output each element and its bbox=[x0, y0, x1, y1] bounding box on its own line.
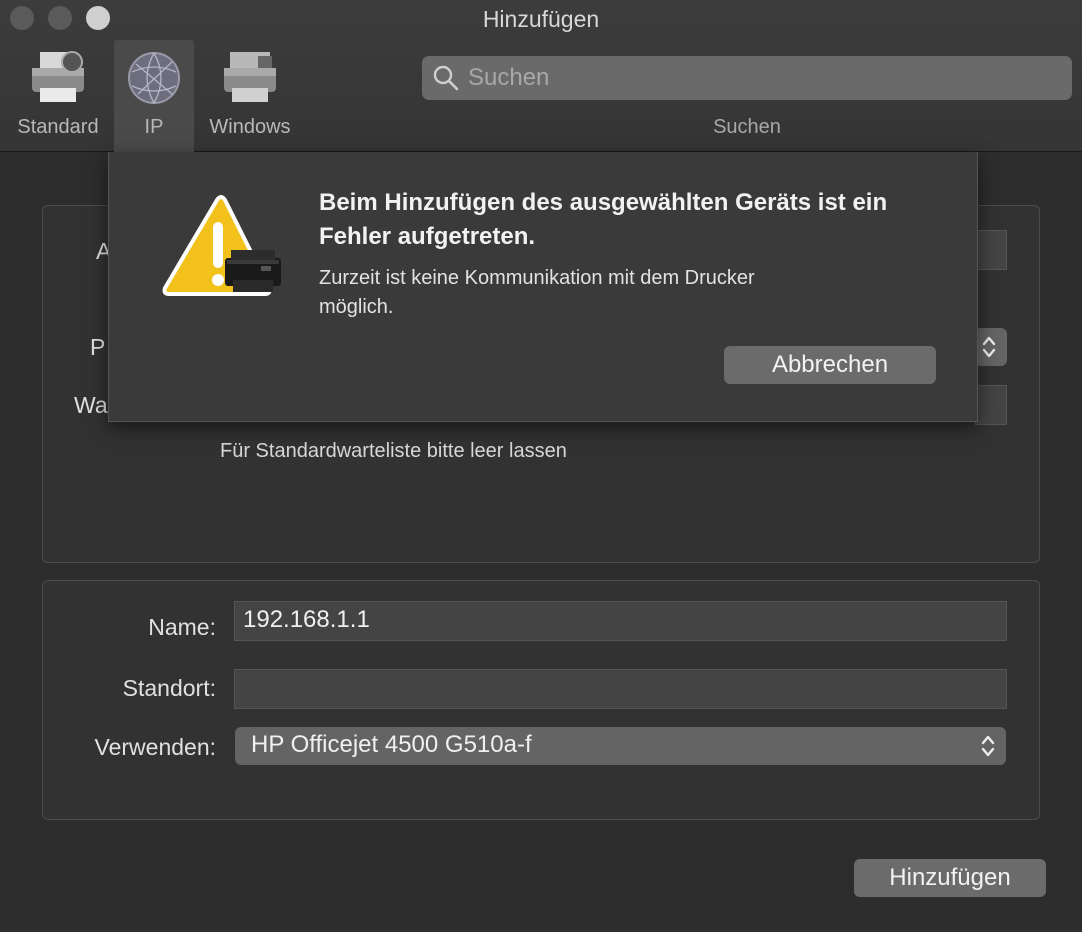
window-title: Hinzufügen bbox=[482, 6, 600, 32]
toolbar-item-windows[interactable]: Windows bbox=[200, 40, 300, 152]
protocol-popup[interactable] bbox=[975, 328, 1007, 366]
queue-hint: Für Standardwarteliste bitte leer lassen bbox=[220, 440, 567, 462]
driver-popup-value: HP Officejet 4500 G510a-f bbox=[251, 731, 532, 758]
updown-arrows-icon bbox=[982, 336, 996, 358]
search-input[interactable] bbox=[468, 64, 1048, 92]
printer-icon bbox=[28, 50, 88, 112]
windows-printer-icon bbox=[220, 50, 280, 112]
search-label: Suchen bbox=[713, 116, 781, 138]
toolbar-item-ip[interactable]: IP bbox=[114, 40, 194, 152]
name-label: Name: bbox=[148, 614, 216, 640]
driver-popup[interactable]: HP Officejet 4500 G510a-f bbox=[235, 727, 1006, 765]
queue-input[interactable] bbox=[975, 385, 1007, 425]
search-field[interactable] bbox=[422, 56, 1072, 100]
queue-label-partial: Wa bbox=[74, 392, 108, 418]
updown-arrows-icon bbox=[981, 735, 995, 757]
alert-message: Zurzeit ist keine Kommunikation mit dem … bbox=[319, 267, 755, 318]
toolbar-item-label: Standard bbox=[17, 116, 99, 138]
address-input[interactable] bbox=[975, 230, 1007, 270]
toolbar-item-standard[interactable]: Standard bbox=[6, 40, 110, 152]
cancel-button[interactable]: Abbrechen bbox=[724, 346, 936, 384]
alert-title: Beim Hinzufügen des ausgewählten Geräts … bbox=[319, 189, 888, 250]
location-input[interactable] bbox=[234, 669, 1007, 709]
window-toolbar: Hinzufügen Standard IP Windows Suchen Su… bbox=[0, 0, 1082, 152]
toolbar-item-label: Windows bbox=[209, 116, 291, 138]
name-input[interactable]: 192.168.1.1 bbox=[234, 601, 1007, 641]
globe-icon bbox=[126, 50, 182, 112]
location-label: Standort: bbox=[122, 675, 216, 701]
error-alert-sheet: Beim Hinzufügen des ausgewählten Geräts … bbox=[108, 152, 978, 422]
use-label: Verwenden: bbox=[94, 734, 216, 760]
toolbar-item-label: IP bbox=[144, 116, 164, 138]
protocol-label-partial: P bbox=[90, 334, 106, 360]
search-icon bbox=[433, 65, 459, 91]
warning-printer-icon bbox=[161, 194, 287, 317]
add-button[interactable]: Hinzufügen bbox=[854, 859, 1046, 897]
